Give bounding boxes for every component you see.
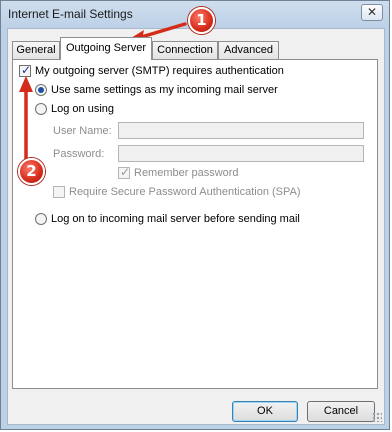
same-settings-label: Use same settings as my incoming mail se… <box>51 84 278 96</box>
outgoing-server-panel: My outgoing server (SMTP) requires authe… <box>12 59 378 389</box>
spa-option[interactable]: Require Secure Password Authentication (… <box>53 186 301 198</box>
tab-strip: General Outgoing Server Connection Advan… <box>12 37 380 60</box>
logon-using-label: Log on using <box>51 103 114 115</box>
cancel-button[interactable]: Cancel <box>307 401 375 422</box>
smtp-auth-checkbox[interactable] <box>19 63 31 77</box>
smtp-auth-option[interactable]: My outgoing server (SMTP) requires authe… <box>19 63 284 77</box>
ok-button[interactable]: OK <box>232 401 298 422</box>
window-title: Internet E-mail Settings <box>8 7 133 21</box>
logon-incoming-radio[interactable] <box>35 213 47 225</box>
tab-advanced[interactable]: Advanced <box>218 41 279 59</box>
username-field[interactable] <box>118 122 364 139</box>
same-settings-radio[interactable] <box>35 84 47 96</box>
password-field[interactable] <box>118 145 364 162</box>
dialog-client: General Outgoing Server Connection Advan… <box>7 28 385 425</box>
smtp-auth-label: My outgoing server (SMTP) requires authe… <box>35 65 284 77</box>
same-settings-option[interactable]: Use same settings as my incoming mail se… <box>35 84 278 96</box>
close-button[interactable]: ✕ <box>361 4 383 21</box>
logon-incoming-option[interactable]: Log on to incoming mail server before se… <box>35 213 300 225</box>
annotation-badge-2: 2 <box>18 158 45 185</box>
dialog-window: Internet E-mail Settings ✕ General Outgo… <box>0 0 390 430</box>
logon-using-radio[interactable] <box>35 103 47 115</box>
tab-outgoing-server[interactable]: Outgoing Server <box>60 37 152 60</box>
spa-label: Require Secure Password Authentication (… <box>69 186 301 198</box>
remember-password-option[interactable]: Remember password <box>118 165 239 179</box>
tab-connection[interactable]: Connection <box>152 41 218 59</box>
spa-checkbox[interactable] <box>53 186 65 198</box>
resize-grip[interactable] <box>372 412 382 422</box>
close-icon: ✕ <box>366 5 378 19</box>
annotation-badge-1: 1 <box>188 7 215 34</box>
tab-general[interactable]: General <box>12 41 60 59</box>
password-label: Password: <box>53 148 105 160</box>
remember-password-label: Remember password <box>134 167 239 179</box>
logon-using-option[interactable]: Log on using <box>35 103 114 115</box>
remember-password-checkbox[interactable] <box>118 165 130 179</box>
logon-incoming-label: Log on to incoming mail server before se… <box>51 213 300 225</box>
username-label: User Name: <box>53 125 112 137</box>
